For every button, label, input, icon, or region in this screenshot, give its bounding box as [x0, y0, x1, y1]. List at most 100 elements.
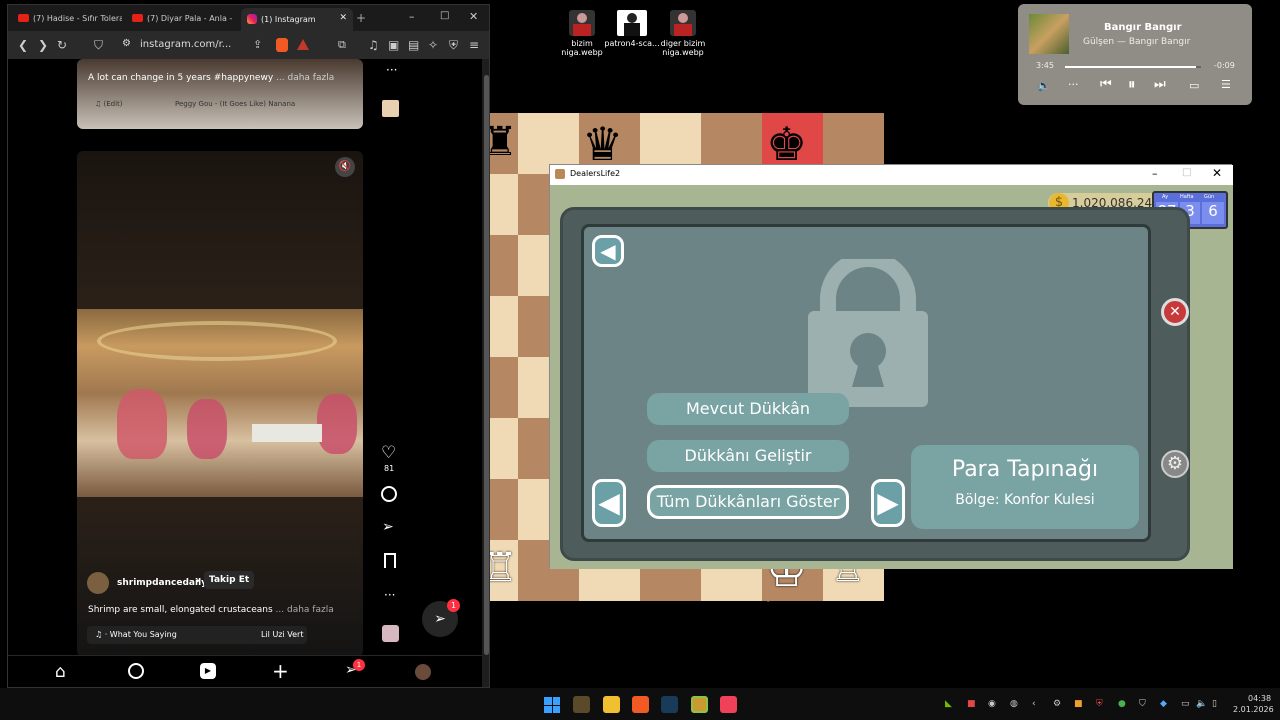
close-tab-icon[interactable]: ✕ [339, 13, 347, 23]
more-options-icon[interactable]: ··· [386, 63, 397, 77]
close-button[interactable]: ✕ [469, 10, 478, 23]
apple-music-icon[interactable] [720, 696, 737, 713]
brave-shield-icon[interactable] [276, 38, 288, 52]
avatar[interactable] [382, 100, 399, 117]
post-audio[interactable]: ♫ (Edit) [95, 100, 123, 108]
tray-red-app-icon[interactable]: ■ [967, 699, 976, 709]
more-options-icon[interactable]: ··· [384, 588, 395, 602]
clock-date[interactable]: 2.01.2026 [1233, 705, 1274, 714]
battery-icon[interactable]: ▯ [1212, 699, 1217, 709]
tray-nvidia-icon[interactable]: ◣ [945, 699, 952, 709]
home-icon[interactable]: ⌂ [55, 662, 66, 682]
pause-icon[interactable]: ⏸ [1128, 75, 1136, 93]
new-tab-button[interactable]: + [356, 11, 366, 25]
network-icon[interactable]: ▭ [1181, 699, 1190, 709]
tray-shield-icon[interactable]: ⛨ [1096, 699, 1103, 709]
reel-video[interactable] [77, 309, 363, 497]
brave-browser-icon[interactable] [632, 696, 649, 713]
audio-artist[interactable]: Lil Uzi Vert [261, 630, 303, 639]
tray-chrome-icon[interactable]: ◉ [988, 699, 996, 709]
sidebar-icon[interactable]: ▣ [388, 38, 399, 52]
back-icon[interactable]: ❮ [18, 38, 28, 52]
volume-icon[interactable]: 🔈 [1196, 699, 1207, 709]
tray-green-icon[interactable]: ● [1118, 699, 1126, 709]
next-icon[interactable]: ⏭ [1154, 77, 1166, 92]
dealerslife-taskbar-icon[interactable] [691, 696, 708, 713]
messages-fab[interactable]: ➢ 1 [422, 599, 460, 637]
audio-thumb[interactable] [382, 625, 399, 642]
explore-icon[interactable] [128, 663, 144, 679]
minimize-button[interactable]: – [409, 10, 415, 23]
black-queen-icon[interactable]: ♛ [582, 119, 623, 169]
desktop-icon-patron[interactable]: patron4-sca... [604, 10, 660, 48]
black-king-icon[interactable]: ♚ [766, 119, 807, 169]
create-icon[interactable]: + [272, 659, 289, 683]
white-rook-icon[interactable]: ♖ [488, 545, 518, 591]
reload-icon[interactable]: ↻ [57, 38, 67, 52]
desktop-icon-label: bizim niga.webp [561, 39, 603, 57]
profile-avatar[interactable] [415, 664, 431, 680]
settings-gear-icon[interactable]: ⚙ [1161, 450, 1189, 478]
wallet-icon[interactable]: ▤ [408, 38, 419, 52]
desktop-icon-label: diger bizim niga.webp [660, 39, 706, 57]
maximize-button[interactable]: □ [1182, 167, 1191, 178]
back-button[interactable]: ◀ [592, 235, 624, 267]
post-username[interactable]: shrimpdancedaily [117, 578, 207, 588]
close-button[interactable]: ✕ [1212, 166, 1222, 180]
forward-icon[interactable]: ❯ [38, 38, 48, 52]
queue-icon[interactable]: ☰ [1221, 78, 1231, 91]
follow-button[interactable]: Takip Et [204, 571, 255, 589]
progress-bar[interactable] [1065, 66, 1201, 68]
clock-time[interactable]: 04:38 [1248, 694, 1271, 703]
current-shop-button[interactable]: Mevcut Dükkân [647, 393, 849, 425]
steam-icon[interactable] [661, 696, 678, 713]
start-windows-icon[interactable] [544, 697, 560, 713]
tray-arrow-icon[interactable]: ‹ [1032, 699, 1036, 709]
like-icon[interactable]: ♡ [381, 443, 396, 463]
tab-youtube-diyar[interactable]: (7) Diyar Pala - Anla - [126, 8, 238, 31]
rewards-icon[interactable] [297, 39, 309, 50]
upgrade-shop-button[interactable]: Dükkânı Geliştir [647, 440, 849, 472]
tray-defender-icon[interactable]: ⛉ [1139, 699, 1146, 709]
tray-bluetooth-icon[interactable]: ◆ [1160, 699, 1167, 709]
file-explorer-icon[interactable] [603, 696, 620, 713]
menu-icon[interactable]: ≡ [469, 38, 479, 52]
leo-ai-icon[interactable]: ✧ [428, 38, 438, 52]
save-icon[interactable] [384, 553, 396, 568]
minimize-button[interactable]: – [1152, 167, 1158, 180]
next-shop-button[interactable]: ▶ [871, 479, 905, 527]
more-icon[interactable]: ··· [1068, 78, 1079, 91]
mute-icon[interactable]: 🔇 [335, 157, 355, 177]
tab-instagram[interactable]: (1) Instagram ✕ [241, 8, 353, 31]
bookmark-icon[interactable]: ⛉ [94, 38, 103, 53]
volume-icon[interactable]: 🔈 [1037, 79, 1051, 92]
chess-app-icon[interactable] [573, 696, 590, 713]
share-icon[interactable]: ⇪ [253, 38, 262, 51]
tabs-search-icon[interactable]: ⧉ [338, 38, 346, 52]
reel-post-2[interactable]: 🔇 shrimpdancedaily • Takip Et Shrimp are… [77, 151, 363, 657]
prev-shop-button[interactable]: ◀ [592, 479, 626, 527]
tray-orange-icon[interactable]: ■ [1074, 699, 1083, 709]
black-rook-icon[interactable]: ♜ [488, 119, 518, 165]
reel-post-1[interactable]: A lot can change in 5 years #happynewy .… [77, 59, 363, 129]
vpn-icon[interactable]: ⛨ [449, 38, 458, 53]
close-panel-button[interactable]: ✕ [1161, 298, 1189, 326]
share-icon[interactable]: ➢ [382, 519, 394, 535]
tray-app-icon[interactable]: ⚙ [1053, 699, 1061, 709]
desktop-icon-bizim[interactable]: bizim niga.webp [554, 10, 610, 57]
direct-icon[interactable]: ➢ 1 [345, 659, 365, 678]
post-music[interactable]: Peggy Gou - (It Goes Like) Nanana [175, 100, 295, 108]
scrollbar-thumb[interactable] [484, 75, 489, 655]
show-all-shops-button[interactable]: Tüm Dükkânları Göster [647, 485, 849, 519]
maximize-button[interactable]: □ [440, 10, 449, 21]
previous-icon[interactable]: ⏮ [1100, 77, 1112, 92]
desktop-icon-diger[interactable]: diger bizim niga.webp [655, 10, 711, 57]
media-icon[interactable]: ♫ [368, 38, 379, 52]
game-titlebar[interactable]: DealersLife2 – □ ✕ [550, 165, 1233, 185]
lyrics-icon[interactable]: ▭ [1189, 79, 1199, 92]
tab-youtube-hadise[interactable]: (7) Hadise - Sıfır Tolera [12, 8, 122, 31]
avatar[interactable] [87, 572, 109, 594]
tray-steam-icon[interactable]: ◍ [1010, 699, 1018, 709]
comment-icon[interactable] [381, 486, 397, 502]
reels-icon[interactable]: ▶ [200, 663, 216, 679]
